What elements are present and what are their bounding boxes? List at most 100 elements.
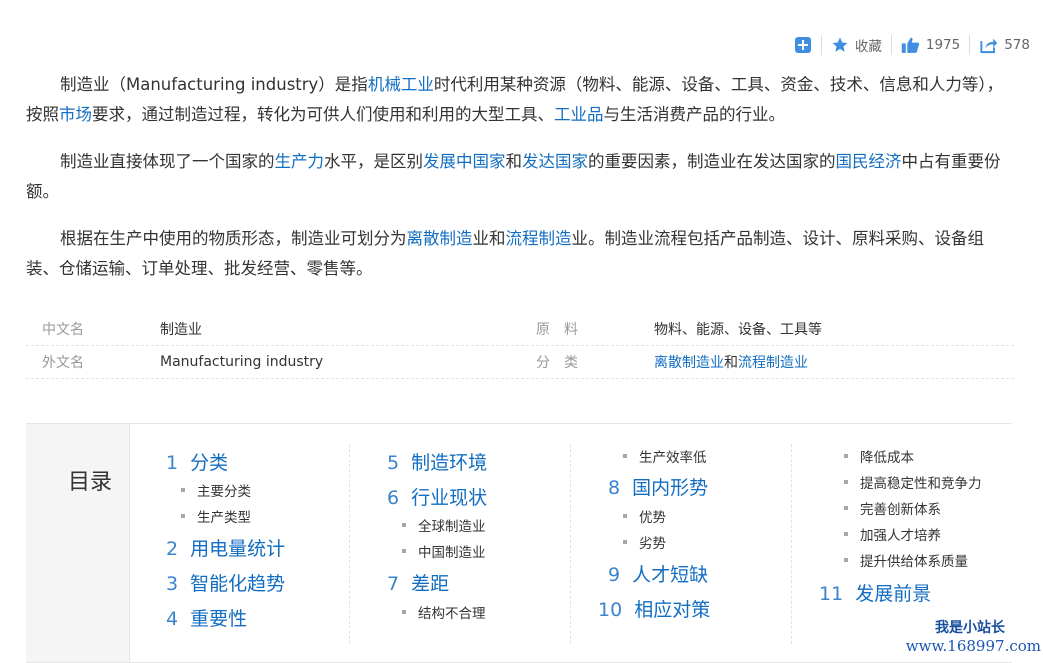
paragraph-2: 制造业直接体现了一个国家的生产力水平，是区别发展中国家和发达国家的重要因素，制造… — [26, 147, 1016, 207]
bullet-icon — [844, 480, 848, 484]
catalog-section-index: 1 — [166, 452, 179, 474]
info-key: 中文名 — [42, 322, 84, 338]
basic-info-table: 中文名 制造业 原 料 物料、能源、设备、工具等 外文名 Manufacturi… — [26, 313, 1014, 379]
catalog-section-link[interactable]: 4 重要性 — [166, 604, 247, 631]
text-run: 和 — [724, 355, 738, 371]
catalog-section-title: 分类 — [190, 452, 229, 474]
text-run: 水平，是区别 — [324, 152, 423, 171]
inline-link[interactable]: 流程制造 — [506, 229, 572, 248]
catalog-section-link[interactable]: 5 制造环境 — [387, 448, 487, 475]
catalog-subsection-title: 加强人才培养 — [860, 528, 941, 544]
text-run: 制造业直接体现了一个国家的 — [60, 152, 275, 171]
bullet-icon — [402, 549, 406, 553]
catalog-section-index: 9 — [608, 564, 621, 586]
bullet-icon — [844, 532, 848, 536]
catalog-section-link[interactable]: 11 发展前景 — [819, 579, 931, 606]
catalog-section-title: 用电量统计 — [190, 538, 286, 560]
catalog-section-link[interactable]: 6 行业现状 — [387, 483, 487, 510]
info-value: 物料、能源、设备、工具等 — [654, 319, 1014, 339]
column-divider — [349, 444, 350, 644]
catalog-subsection-title: 结构不合理 — [418, 606, 486, 622]
inline-link[interactable]: 发达国家 — [522, 152, 588, 171]
catalog-subsection-title: 完善创新体系 — [860, 502, 941, 518]
catalog-subsection-link[interactable]: 提高稳定性和竞争力 — [844, 472, 982, 492]
inline-link[interactable]: 国民经济 — [836, 152, 902, 171]
column-divider — [570, 444, 571, 644]
catalog-section-title: 国内形势 — [632, 477, 709, 499]
catalog-title: 目录 — [68, 470, 113, 495]
catalog-subsection-link[interactable]: 劣势 — [623, 532, 666, 552]
inline-link[interactable]: 市场 — [59, 105, 92, 124]
catalog-subsection-title: 生产效率低 — [639, 450, 707, 466]
catalog-subsection-link[interactable]: 生产类型 — [181, 506, 251, 526]
catalog-subsection-link[interactable]: 加强人才培养 — [844, 524, 941, 544]
catalog-section-index: 8 — [608, 477, 621, 499]
catalog-section-link[interactable]: 2 用电量统计 — [166, 534, 285, 561]
catalog-section-title: 人才短缺 — [632, 564, 709, 586]
text-run: 要求，通过制造过程，转化为可供人们使用和利用的大型工具、 — [92, 105, 554, 124]
collect-label: 收藏 — [854, 39, 882, 55]
catalog-header: 目录 — [26, 424, 130, 662]
inline-link[interactable]: 流程制造业 — [738, 355, 808, 371]
inline-link[interactable]: 机械工业 — [368, 75, 434, 94]
bullet-icon — [402, 610, 406, 614]
catalog-section-index: 2 — [166, 538, 179, 560]
add-button[interactable] — [785, 34, 821, 56]
catalog-section-link[interactable]: 3 智能化趋势 — [166, 569, 285, 596]
catalog-section-index: 10 — [598, 599, 623, 621]
info-row: 中文名 制造业 原 料 物料、能源、设备、工具等 — [26, 313, 1014, 346]
catalog-section-link[interactable]: 7 差距 — [387, 569, 449, 596]
catalog-subsection-link[interactable]: 中国制造业 — [402, 541, 486, 561]
info-key: 分 类 — [536, 355, 578, 371]
catalog-subsection-link[interactable]: 结构不合理 — [402, 602, 486, 622]
catalog-subsection-link[interactable]: 提升供给体系质量 — [844, 550, 968, 570]
column-divider — [791, 444, 792, 644]
catalog-subsection-link[interactable]: 降低成本 — [844, 446, 914, 466]
bullet-icon — [623, 454, 627, 458]
catalog-section-index: 6 — [387, 487, 400, 509]
catalog-subsection-title: 提高稳定性和竞争力 — [860, 476, 982, 492]
info-value: 制造业 — [160, 322, 202, 338]
catalog-subsection-title: 降低成本 — [860, 450, 914, 466]
paragraph-1: 制造业（Manufacturing industry）是指机械工业时代利用某种资… — [26, 70, 1016, 130]
inline-link[interactable]: 工业品 — [554, 105, 604, 124]
catalog-subsection-title: 生产类型 — [197, 510, 251, 526]
catalog-section-index: 3 — [166, 573, 179, 595]
info-row: 外文名 Manufacturing industry 分 类 离散制造业和流程制… — [26, 346, 1014, 379]
text-run: 根据在生产中使用的物质形态，制造业可划分为 — [60, 229, 407, 248]
inline-link[interactable]: 离散制造业 — [654, 355, 724, 371]
catalog-section-index: 4 — [166, 608, 179, 630]
catalog: 目录 1 分类主要分类生产类型 2 用电量统计 3 智能化趋势 4 重要性 5 制造环境 6 行业现状… — [26, 423, 1012, 663]
catalog-subsection-link[interactable]: 优势 — [623, 506, 666, 526]
bullet-icon — [623, 514, 627, 518]
add-square-icon — [794, 37, 811, 53]
catalog-subsection-link[interactable]: 完善创新体系 — [844, 498, 941, 518]
bullet-icon — [181, 488, 185, 492]
catalog-section-title: 制造环境 — [411, 452, 488, 474]
info-key: 外文名 — [42, 355, 84, 371]
catalog-section-link[interactable]: 9 人才短缺 — [608, 560, 708, 587]
inline-link[interactable]: 生产力 — [275, 152, 325, 171]
bullet-icon — [402, 523, 406, 527]
watermark: 我是小站长 www.168997.com — [906, 617, 1041, 655]
catalog-section-title: 行业现状 — [411, 487, 488, 509]
text-run: 业和 — [472, 229, 506, 248]
inline-link[interactable]: 发展中国家 — [423, 152, 506, 171]
catalog-section-link[interactable]: 1 分类 — [166, 448, 228, 475]
collect-button[interactable]: 收藏 — [822, 34, 891, 56]
catalog-section-link[interactable]: 8 国内形势 — [608, 473, 708, 500]
share-button[interactable]: 578 — [970, 34, 1039, 56]
thumbs-up-icon — [901, 37, 920, 53]
article-body: 制造业（Manufacturing industry）是指机械工业时代利用某种资… — [26, 70, 1016, 301]
share-icon — [980, 38, 998, 54]
catalog-subsection-link[interactable]: 生产效率低 — [623, 446, 707, 466]
catalog-subsection-link[interactable]: 主要分类 — [181, 480, 251, 500]
like-button[interactable]: 1975 — [892, 34, 969, 56]
catalog-subsection-title: 优势 — [639, 510, 666, 526]
catalog-subsection-title: 提升供给体系质量 — [860, 554, 968, 570]
like-count: 1975 — [925, 37, 961, 53]
catalog-section-link[interactable]: 10 相应对策 — [598, 595, 710, 622]
catalog-subsection-link[interactable]: 全球制造业 — [402, 515, 486, 535]
share-count: 578 — [1004, 37, 1030, 53]
inline-link[interactable]: 离散制造 — [407, 229, 473, 248]
